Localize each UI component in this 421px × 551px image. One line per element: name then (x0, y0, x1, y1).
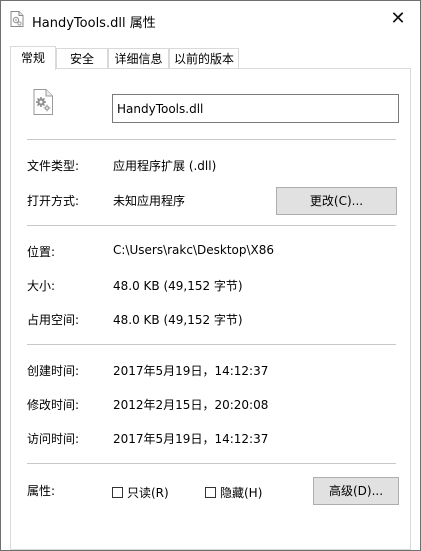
close-icon: ✕ (390, 8, 406, 29)
created-label: 创建时间: (27, 364, 80, 378)
tab-details[interactable]: 详细信息 (108, 48, 169, 68)
tab-general[interactable]: 常规 (10, 46, 56, 70)
properties-window: HandyTools.dll 属性 ✕ 常规 安全 详细信息 以前的版本 Han… (0, 0, 421, 551)
window-title: HandyTools.dll 属性 (32, 16, 156, 31)
opens-with-label: 打开方式: (27, 194, 80, 208)
dll-file-gears-icon (32, 89, 54, 115)
attributes-label: 属性: (27, 484, 56, 498)
opens-with-value: 未知应用程序 (113, 194, 186, 208)
accessed-label: 访问时间: (27, 432, 80, 446)
close-button[interactable]: ✕ (376, 1, 420, 37)
location-label: 位置: (27, 245, 56, 259)
hidden-label: 隐藏(H) (220, 485, 263, 500)
tab-details-label: 详细信息 (114, 52, 163, 66)
change-button[interactable]: 更改(C)... (276, 187, 397, 215)
size-value: 48.0 KB (49,152 字节) (113, 279, 243, 293)
dll-file-icon (10, 11, 24, 27)
hidden-checkbox[interactable]: 隐藏(H) (205, 485, 263, 500)
checkbox-box[interactable] (112, 486, 123, 498)
advanced-button[interactable]: 高级(D)... (313, 477, 399, 505)
tab-previous-versions-label: 以前的版本 (173, 52, 234, 66)
tab-general-label: 常规 (20, 51, 45, 65)
size-label: 大小: (27, 279, 56, 293)
file-name-field[interactable] (112, 94, 399, 123)
size-on-disk-value: 48.0 KB (49,152 字节) (113, 313, 243, 327)
modified-label: 修改时间: (27, 398, 80, 412)
tab-security-label: 安全 (69, 52, 94, 66)
readonly-label: 只读(R) (127, 485, 169, 500)
accessed-value: 2017年5月19日，14:12:37 (113, 432, 269, 446)
location-value: C:\Users\rakc\Desktop\X86 (113, 243, 275, 257)
modified-value: 2012年2月15日，20:20:08 (113, 398, 269, 412)
tab-previous-versions[interactable]: 以前的版本 (169, 48, 239, 68)
created-value: 2017年5月19日，14:12:37 (113, 364, 269, 378)
size-on-disk-label: 占用空间: (27, 313, 80, 327)
file-type-label: 文件类型: (27, 159, 80, 173)
readonly-checkbox[interactable]: 只读(R) (112, 485, 169, 500)
divider (27, 139, 396, 140)
divider (27, 225, 396, 226)
title-bar[interactable]: HandyTools.dll 属性 ✕ (1, 1, 420, 39)
divider (27, 344, 396, 345)
tab-security[interactable]: 安全 (56, 48, 108, 68)
divider (27, 463, 396, 464)
file-type-value: 应用程序扩展 (.dll) (113, 159, 217, 173)
checkbox-box[interactable] (205, 486, 216, 498)
